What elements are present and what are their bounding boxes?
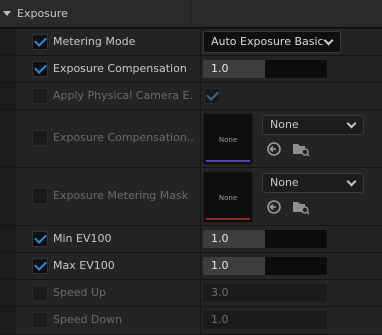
exposure-compensation-spinbox[interactable]: 1.0 (203, 60, 327, 78)
speed-up-spinbox[interactable]: 3.0 (203, 284, 327, 302)
override-checkbox[interactable] (32, 285, 48, 301)
override-checkbox[interactable] (32, 312, 48, 328)
row-indent (0, 168, 16, 225)
thumbnail-label: None (218, 194, 238, 202)
override-checkbox[interactable] (32, 88, 48, 104)
property-label: Speed Up (53, 286, 107, 299)
asset-type-underline (206, 160, 250, 162)
override-checkbox[interactable] (32, 188, 48, 204)
asset-value: None (270, 118, 299, 131)
spinbox-value: 1.0 (211, 313, 229, 326)
use-selected-asset-icon[interactable] (266, 141, 282, 157)
asset-type-underline (206, 218, 250, 220)
thumbnail-label: None (218, 136, 238, 144)
chevron-down-icon (323, 35, 334, 46)
property-label: Exposure Compensation (53, 62, 187, 75)
asset-thumbnail[interactable]: None (203, 171, 253, 223)
column-divider (200, 29, 201, 55)
property-row-speed-down: Speed Down 1.0 (0, 307, 382, 335)
chevron-down-icon (346, 176, 357, 187)
property-row-speed-up: Speed Up 3.0 (0, 280, 382, 307)
property-label: Min EV100 (53, 232, 112, 245)
column-divider (200, 280, 201, 306)
row-indent (0, 253, 16, 279)
browse-folder-icon[interactable] (292, 141, 310, 157)
section-title: Exposure (17, 7, 68, 20)
property-label: Speed Down (53, 313, 123, 326)
property-label: Metering Mode (53, 35, 136, 48)
row-indent (0, 110, 16, 167)
column-divider (200, 110, 201, 167)
override-checkbox[interactable] (32, 61, 48, 77)
value-checkbox[interactable] (204, 88, 220, 104)
column-divider (200, 226, 201, 252)
column-divider (200, 83, 201, 109)
override-checkbox[interactable] (32, 258, 48, 274)
asset-picker-dropdown[interactable]: None (262, 115, 364, 135)
property-label: Exposure Metering Mask (53, 189, 189, 202)
asset-thumbnail[interactable]: None (203, 113, 253, 165)
override-checkbox[interactable] (32, 130, 48, 146)
spinbox-value: 1.0 (211, 259, 229, 272)
row-indent (0, 280, 16, 306)
property-row-exposure-metering-mask: Exposure Metering Mask None None (0, 168, 382, 226)
column-divider (200, 168, 201, 225)
chevron-down-icon (346, 118, 357, 129)
speed-down-spinbox[interactable]: 1.0 (203, 311, 327, 329)
property-row-exposure-compensation: Exposure Compensation 1.0 (0, 56, 382, 83)
property-label: Exposure Compensation... (53, 131, 193, 144)
column-divider (200, 253, 201, 279)
row-indent (0, 56, 16, 82)
dropdown-value: Auto Exposure Basic (211, 35, 324, 48)
property-row-apply-physical-camera-exposure: Apply Physical Camera E... (0, 83, 382, 110)
collapse-triangle-icon[interactable] (3, 11, 11, 16)
browse-folder-icon[interactable] (292, 199, 310, 215)
section-header-exposure[interactable]: Exposure (0, 0, 382, 28)
override-checkbox[interactable] (32, 231, 48, 247)
property-row-min-ev100: Min EV100 1.0 (0, 226, 382, 253)
spinbox-value: 1.0 (211, 232, 229, 245)
property-label: Apply Physical Camera E... (53, 89, 193, 102)
row-indent (0, 29, 16, 55)
property-row-metering-mode: Metering Mode Auto Exposure Basic (0, 29, 382, 56)
min-ev100-spinbox[interactable]: 1.0 (203, 230, 327, 248)
asset-value: None (270, 176, 299, 189)
column-divider (190, 0, 191, 28)
row-indent (0, 83, 16, 109)
spinbox-value: 1.0 (211, 62, 229, 75)
asset-picker-dropdown[interactable]: None (262, 173, 364, 193)
use-selected-asset-icon[interactable] (266, 199, 282, 215)
column-divider (200, 307, 201, 334)
spinbox-value: 3.0 (211, 286, 229, 299)
row-indent (0, 226, 16, 252)
metering-mode-dropdown[interactable]: Auto Exposure Basic (203, 31, 341, 53)
property-label: Max EV100 (53, 259, 115, 272)
row-indent (0, 307, 16, 334)
max-ev100-spinbox[interactable]: 1.0 (203, 257, 327, 275)
property-row-exposure-compensation-curve: Exposure Compensation... None None (0, 110, 382, 168)
column-divider (200, 56, 201, 82)
override-checkbox[interactable] (32, 34, 48, 50)
property-row-max-ev100: Max EV100 1.0 (0, 253, 382, 280)
